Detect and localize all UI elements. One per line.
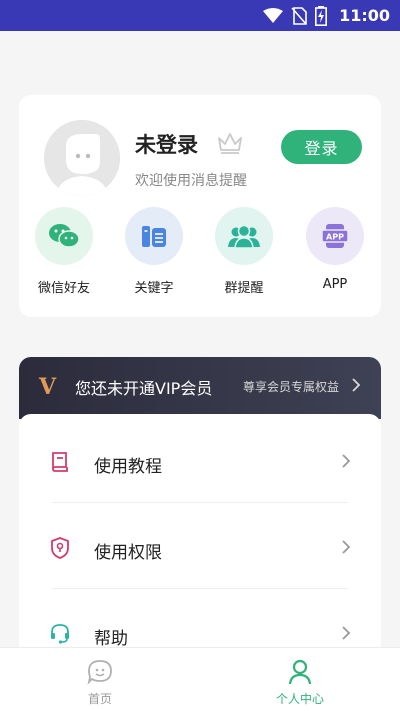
- vip-subtitle: 尊享会员专属权益: [243, 380, 340, 394]
- keyword-icon: [125, 207, 183, 265]
- profile-card: 未登录 欢迎使用消息提醒 登录 微信好友 关键字 群提醒 APP APP: [19, 95, 381, 317]
- app-icon: APP: [306, 207, 364, 265]
- username: 未登录: [135, 133, 198, 157]
- permission-shield-icon: [49, 536, 71, 564]
- wechat-icon: [35, 207, 93, 265]
- bottom-tab-bar: 首页 个人中心: [0, 647, 400, 711]
- menu-card: 使用教程 使用权限 帮助: [19, 414, 381, 674]
- no-sim-icon: [291, 6, 307, 25]
- chevron-right-icon: [351, 377, 361, 397]
- tutorial-book-icon: [49, 450, 71, 476]
- profile-person-icon: [286, 658, 314, 686]
- chevron-right-icon: [341, 625, 351, 645]
- vip-logo: V: [39, 374, 57, 400]
- quick-action-wechat[interactable]: 微信好友: [24, 207, 104, 296]
- quick-action-group[interactable]: 群提醒: [204, 207, 284, 296]
- clock: 11:00: [339, 6, 390, 25]
- battery-charging-icon: [315, 5, 328, 26]
- crown-icon: [216, 131, 244, 159]
- chevron-right-icon: [341, 539, 351, 559]
- quick-action-label: 微信好友: [37, 281, 90, 296]
- tab-profile[interactable]: 个人中心: [200, 648, 400, 711]
- tab-label: 首页: [87, 692, 112, 706]
- quick-action-label: 群提醒: [224, 281, 264, 296]
- quick-action-app[interactable]: APP APP: [295, 207, 375, 292]
- tab-home[interactable]: 首页: [0, 648, 200, 711]
- status-bar: 11:00: [0, 0, 400, 31]
- welcome-text: 欢迎使用消息提醒: [135, 173, 247, 189]
- quick-action-label: 关键字: [134, 281, 174, 296]
- login-button[interactable]: 登录: [281, 130, 362, 164]
- quick-action-keyword[interactable]: 关键字: [114, 207, 194, 296]
- wifi-icon: [263, 7, 284, 24]
- group-icon: [215, 207, 273, 265]
- menu-item-label: 帮助: [94, 629, 128, 649]
- avatar[interactable]: [44, 120, 120, 196]
- headset-help-icon: [49, 622, 71, 648]
- quick-action-label: APP: [322, 277, 348, 292]
- vip-title: 您还未开通VIP会员: [75, 379, 213, 398]
- menu-item-tutorial[interactable]: 使用教程: [19, 417, 381, 503]
- vip-banner[interactable]: V 您还未开通VIP会员 尊享会员专属权益: [19, 357, 381, 419]
- chevron-right-icon: [341, 453, 351, 473]
- home-chat-icon: [86, 658, 114, 686]
- menu-item-label: 使用教程: [94, 457, 162, 477]
- tab-label: 个人中心: [275, 692, 324, 706]
- app-icon-text: APP: [326, 233, 344, 242]
- menu-item-label: 使用权限: [94, 543, 162, 563]
- menu-item-permission[interactable]: 使用权限: [19, 503, 381, 589]
